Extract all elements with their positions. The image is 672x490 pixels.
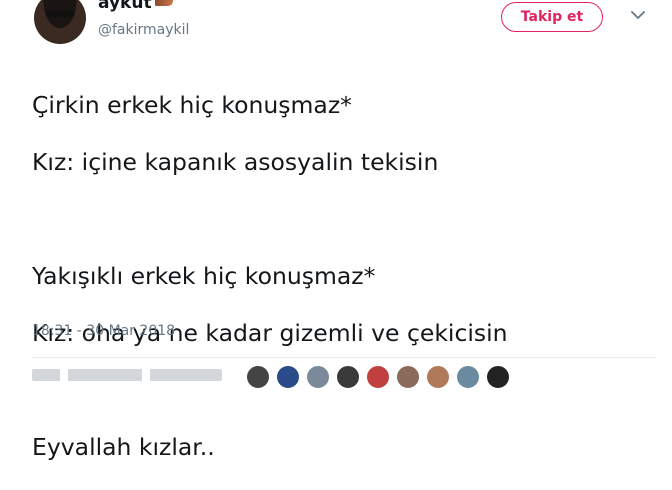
liker-avatar[interactable]	[276, 365, 300, 389]
follow-button[interactable]: Takip et	[501, 2, 603, 32]
author-display-name[interactable]: aykut	[98, 0, 173, 13]
liker-avatar[interactable]	[396, 365, 420, 389]
liker-avatar[interactable]	[306, 365, 330, 389]
tweet-line: Yakışıklı erkek hiç konuşmaz*	[32, 261, 376, 290]
liker-avatar[interactable]	[246, 365, 270, 389]
tweet-line: Çirkin erkek hiç konuşmaz*	[32, 90, 352, 119]
tweet-timestamp[interactable]: 18:31 - 30 Mar 2018	[32, 323, 175, 339]
avatar[interactable]	[34, 0, 86, 44]
divider	[32, 357, 656, 358]
liker-avatar[interactable]	[426, 365, 450, 389]
tweet-text: Çirkin erkek hiç konuşmaz* Kız: içine ka…	[32, 62, 652, 490]
chevron-down-icon[interactable]	[629, 8, 647, 22]
tweet-line: Eyvallah kızlar..	[32, 432, 215, 461]
avatar-glasses	[46, 10, 74, 17]
tweet-line: Kız: içine kapanık asosyalin tekisin	[32, 147, 439, 176]
liker-avatar[interactable]	[366, 365, 390, 389]
liker-avatar[interactable]	[456, 365, 480, 389]
liker-avatar[interactable]	[336, 365, 360, 389]
avatar-hair	[34, 0, 86, 44]
author-display-name-text: aykut	[98, 0, 152, 13]
liker-avatar[interactable]	[486, 365, 510, 389]
emoji-icon	[154, 0, 173, 6]
engagement-stats[interactable]	[32, 369, 222, 381]
author-handle[interactable]: @fakirmaykil	[98, 22, 189, 38]
